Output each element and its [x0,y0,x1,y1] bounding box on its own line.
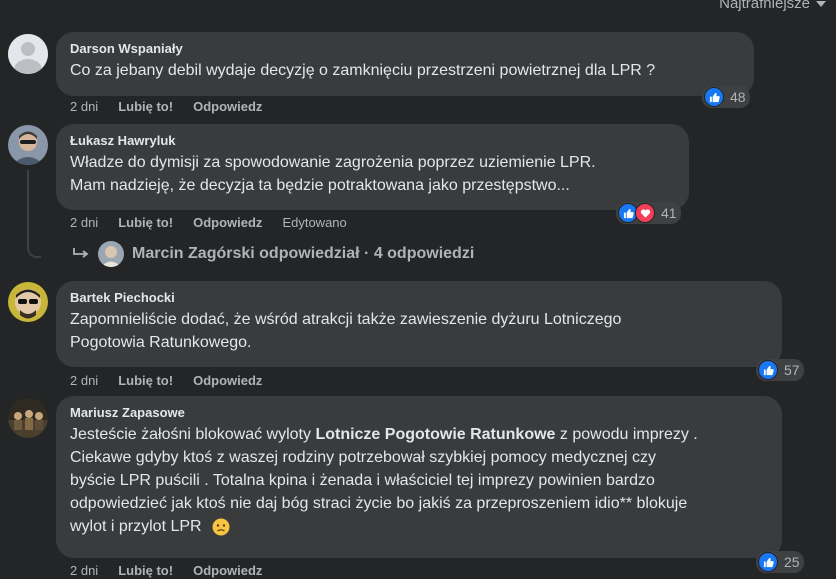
edited-label: Edytowano [282,215,347,230]
view-replies-link[interactable]: Marcin Zagórski odpowiedział · 4 odpowie… [72,241,474,267]
reply-arrow-icon [73,248,89,258]
comment-text-line: odpowiedzieć jak ktoś nie daj bóg straci… [70,495,688,512]
comment-author[interactable]: Darson Wspaniały [70,41,740,56]
comment-text-line: byście LPR puścili . Totalna kpina i żen… [70,472,655,489]
reply-button[interactable]: Odpowiedz [193,373,262,388]
comment-text-line: Władze do dymisji za spowodowanie zagroż… [70,154,596,171]
like-button[interactable]: Lubię to! [118,99,173,114]
comment-time[interactable]: 2 dni [70,99,98,114]
sad-face-emoji-icon [212,518,230,536]
page-mention-link[interactable]: Lotnicze Pogotowie Ratunkowe [315,426,555,443]
comment-author[interactable]: Łukasz Hawryluk [70,133,675,148]
comment-bubble: Łukasz Hawryluk Władze do dymisji za spo… [56,124,689,210]
comment-text: Co za jebany debil wydaje decyzję o zamk… [70,62,656,79]
reaction-count: 48 [730,89,746,105]
like-icon [758,552,778,572]
user-photo-icon [8,398,48,438]
avatar[interactable] [8,398,48,438]
comment-author[interactable]: Mariusz Zapasowe [70,405,768,420]
reply-button[interactable]: Odpowiedz [193,215,262,230]
comment-text-segment: Jesteście żałośni blokować wyloty [70,426,316,443]
avatar[interactable] [8,125,48,165]
reply-button[interactable]: Odpowiedz [193,99,262,114]
user-photo-icon [8,125,48,165]
avatar[interactable] [8,282,48,322]
like-button[interactable]: Lubię to! [118,563,173,578]
comment-text-line: Jesteście żałośni blokować wyloty Lotnic… [70,423,768,446]
comment-bubble: Mariusz Zapasowe Jesteście żałośni bloko… [56,396,782,558]
comment-text-line: wylot i przylot LPR [70,515,768,538]
default-avatar-icon [8,34,48,74]
like-icon [704,87,724,107]
comment-text-line: Ciekawe gdyby ktoś z waszej rodziny potr… [70,449,657,466]
replies-summary: Marcin Zagórski odpowiedział · 4 odpowie… [132,245,475,262]
sort-dropdown[interactable]: Najtrafniejsze [719,0,826,12]
reply-button[interactable]: Odpowiedz [193,563,262,578]
like-button[interactable]: Lubię to! [118,373,173,388]
comment-time[interactable]: 2 dni [70,215,98,230]
comment-text-line: Pogotowia Ratunkowego. [70,334,252,351]
comment-author[interactable]: Bartek Piechocki [70,290,768,305]
comment-bubble: Bartek Piechocki Zapomnieliście dodać, ż… [56,281,782,367]
like-button[interactable]: Lubię to! [118,215,173,230]
sort-label: Najtrafniejsze [719,0,810,12]
reaction-count: 25 [784,554,800,570]
comment-bubble: Darson Wspaniały Co za jebany debil wyda… [56,32,754,96]
comment-actions: 2 dni Lubię to! Odpowiedz [70,563,262,578]
comment-text-line: Zapomnieliście dodać, że wśród atrakcji … [70,311,622,328]
like-icon [758,360,778,380]
user-photo-icon [8,282,48,322]
thread-connector [27,170,41,258]
chevron-down-icon [816,0,826,7]
comment-text-line: Mam nadzieję, że decyzja ta będzie potra… [70,177,570,194]
avatar[interactable] [8,34,48,74]
comment-actions: 2 dni Lubię to! Odpowiedz Edytowano [70,215,347,230]
comment-time[interactable]: 2 dni [70,373,98,388]
love-icon [635,203,655,223]
user-photo-icon [98,241,124,267]
reaction-summary[interactable]: 41 [616,202,681,224]
reaction-summary[interactable]: 48 [702,86,750,108]
reaction-count: 41 [661,205,677,221]
comment-actions: 2 dni Lubię to! Odpowiedz [70,373,262,388]
comment-actions: 2 dni Lubię to! Odpowiedz [70,99,262,114]
reaction-summary[interactable]: 25 [756,551,804,573]
comment-text-segment: wylot i przylot LPR [70,518,202,535]
replier-avatar [98,241,124,267]
comment-text-segment: z powodu imprezy . [555,426,698,443]
reaction-summary[interactable]: 57 [756,359,804,381]
comment-time[interactable]: 2 dni [70,563,98,578]
reaction-count: 57 [784,362,800,378]
